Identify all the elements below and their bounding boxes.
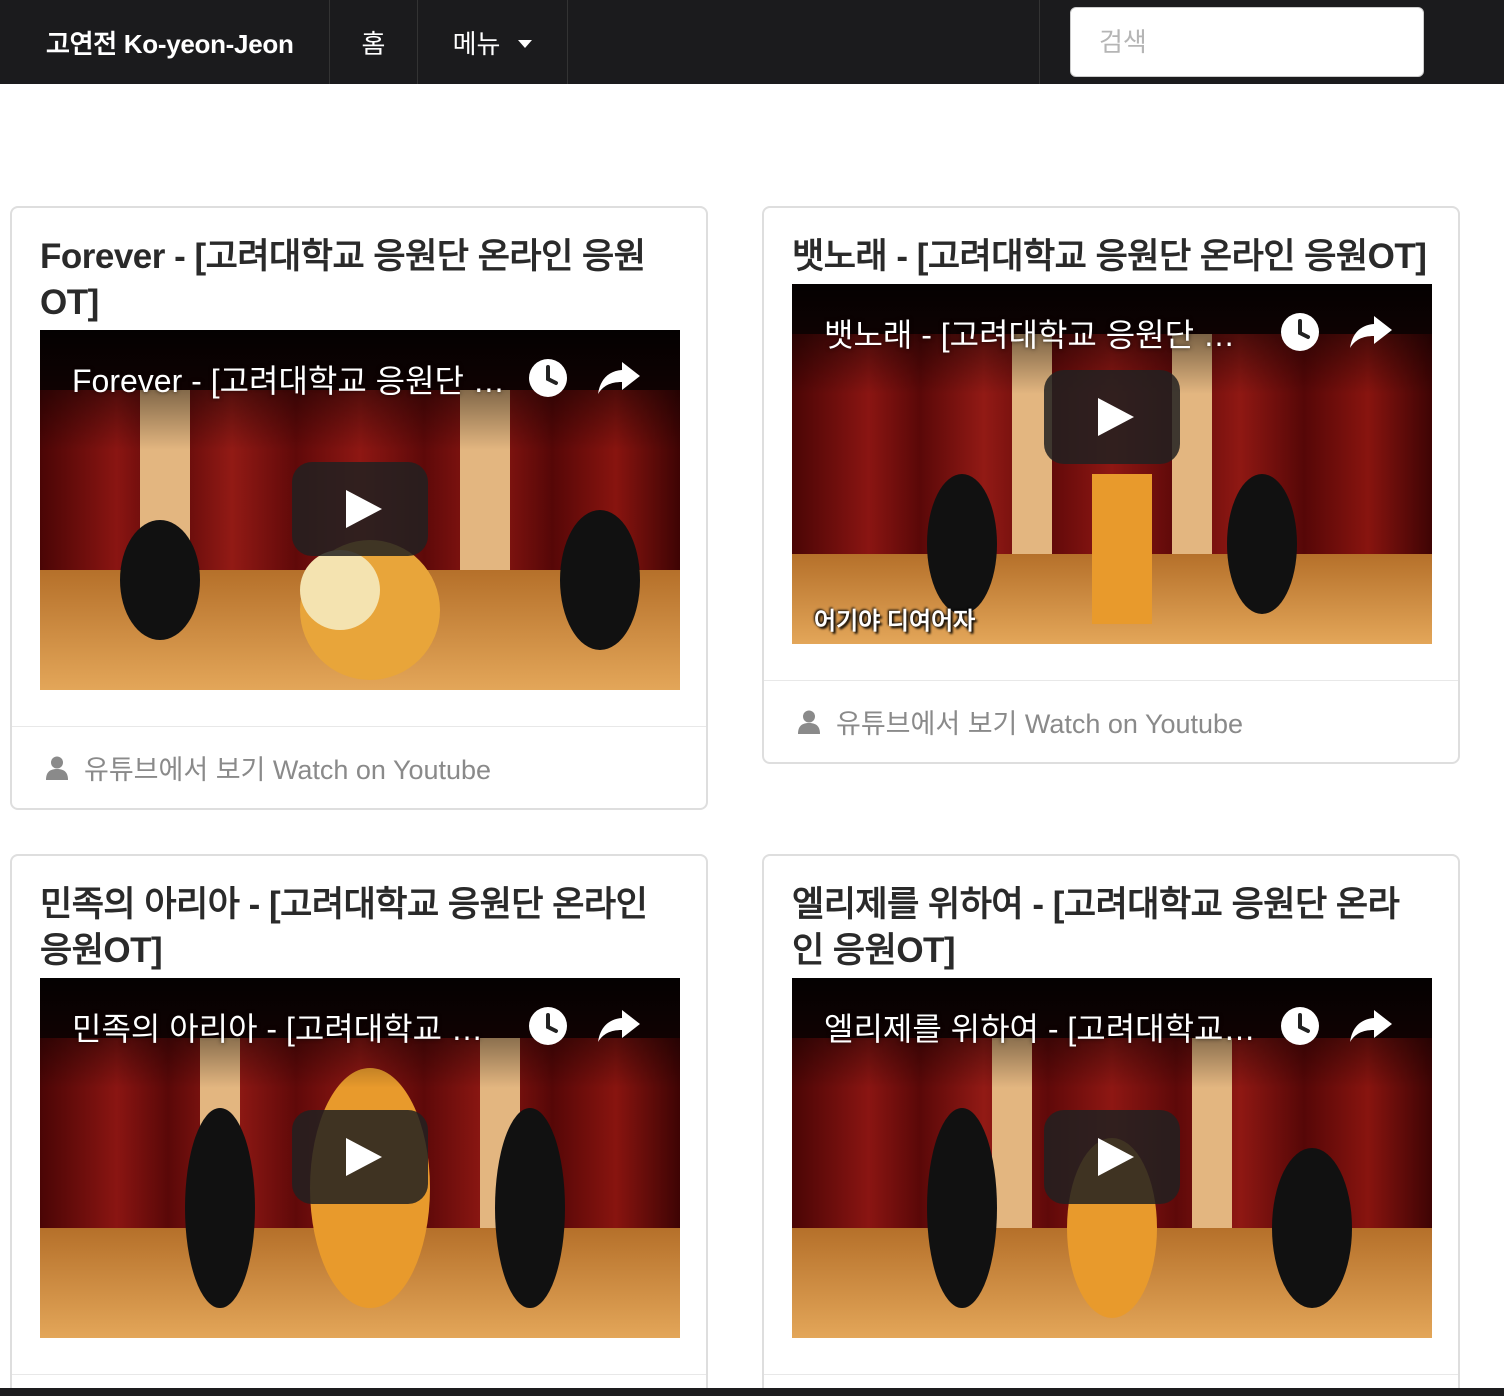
video-title[interactable]: Forever - [고려대학교 응원단 온라인 응원OT]: [72, 356, 512, 402]
nav-menu-label: 메뉴: [452, 28, 501, 59]
clock-icon[interactable]: [1280, 1006, 1320, 1046]
video-card: 뱃노래 - [고려대학교 응원단 온라인 응원OT] 뱃노래 - [고려대학교 …: [762, 206, 1460, 764]
video-card: Forever - [고려대학교 응원단 온라인 응원OT] Forever -…: [10, 206, 708, 810]
play-icon[interactable]: [1044, 370, 1180, 464]
brand-link[interactable]: 고연전 Ko-yeon-Jeon: [0, 0, 330, 84]
search-form: [1040, 0, 1504, 84]
card-title: 엘리제를 위하여 - [고려대학교 응원단 온라인 응원OT]: [792, 885, 1400, 970]
video-card: 엘리제를 위하여 - [고려대학교 응원단 온라인 응원OT] 엘리제를 위하여…: [762, 854, 1460, 1396]
youtube-embed[interactable]: 뱃노래 - [고려대학교 응원단 온라인 응원OT] 어기야 디여어자: [792, 284, 1432, 644]
nav-spacer: [568, 0, 1040, 84]
card-title: 민족의 아리아 - [고려대학교 응원단 온라인 응원OT]: [40, 885, 648, 970]
card-title: Forever - [고려대학교 응원단 온라인 응원OT]: [40, 237, 646, 322]
nav-home-link[interactable]: 홈: [330, 0, 418, 84]
clock-icon[interactable]: [528, 1006, 568, 1046]
video-title[interactable]: 뱃노래 - [고려대학교 응원단 온라인 응원OT]: [824, 310, 1264, 356]
youtube-embed[interactable]: 엘리제를 위하여 - [고려대학교 응원단 온라인 응원OT]: [792, 978, 1432, 1338]
video-card: 민족의 아리아 - [고려대학교 응원단 온라인 응원OT] 민족의 아리아 -…: [10, 854, 708, 1396]
video-title[interactable]: 민족의 아리아 - [고려대학교 응원단 온라인 응원OT]: [72, 1004, 512, 1050]
bottom-footer-strip: [0, 1388, 1504, 1396]
card-footer: 유튜브에서 보기 Watch on Youtube: [12, 726, 706, 808]
card-footer: 유튜브에서 보기 Watch on Youtube: [764, 680, 1458, 762]
caret-down-icon: [518, 39, 533, 48]
clock-icon[interactable]: [528, 358, 568, 398]
nav-menu-dropdown[interactable]: 메뉴: [418, 0, 568, 84]
youtube-embed[interactable]: Forever - [고려대학교 응원단 온라인 응원OT]: [40, 330, 680, 690]
watch-on-youtube-link[interactable]: 유튜브에서 보기 Watch on Youtube: [84, 748, 491, 787]
user-icon: [798, 710, 820, 734]
play-icon[interactable]: [1044, 1110, 1180, 1204]
youtube-embed[interactable]: 민족의 아리아 - [고려대학교 응원단 온라인 응원OT]: [40, 978, 680, 1338]
clock-icon[interactable]: [1280, 312, 1320, 352]
top-navbar: 고연전 Ko-yeon-Jeon 홈 메뉴: [0, 0, 1504, 84]
share-icon[interactable]: [596, 358, 642, 398]
share-icon[interactable]: [1348, 1006, 1394, 1046]
card-title: 뱃노래 - [고려대학교 응원단 온라인 응원OT]: [792, 237, 1427, 276]
user-icon: [46, 756, 68, 780]
play-icon[interactable]: [292, 1110, 428, 1204]
search-input[interactable]: [1070, 7, 1424, 77]
share-icon[interactable]: [1348, 312, 1394, 352]
share-icon[interactable]: [596, 1006, 642, 1046]
video-title[interactable]: 엘리제를 위하여 - [고려대학교 응원단 온라인 응원OT]: [824, 1004, 1264, 1050]
play-icon[interactable]: [292, 462, 428, 556]
watch-on-youtube-link[interactable]: 유튜브에서 보기 Watch on Youtube: [836, 702, 1243, 741]
video-caption: 어기야 디여어자: [814, 608, 976, 635]
